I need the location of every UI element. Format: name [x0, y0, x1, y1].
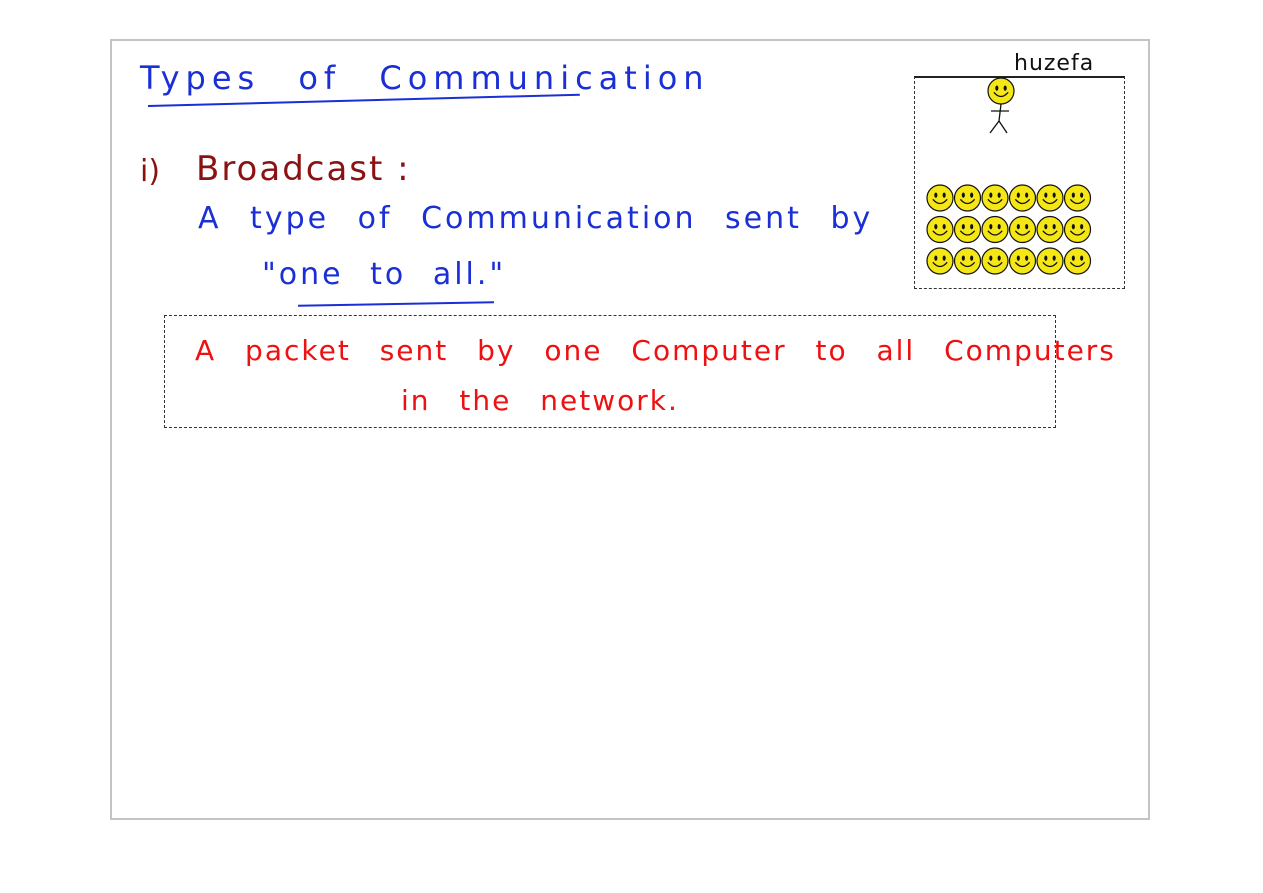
receiver-smiley-icon — [953, 247, 982, 275]
receiver-smiley-icon — [981, 184, 1009, 212]
receiver-smiley-icon — [1063, 215, 1092, 244]
sender-smiley-icon — [987, 77, 1015, 105]
receiver-smiley-icon — [1036, 247, 1064, 275]
broadcast-figure-drawing — [926, 77, 1092, 275]
receiver-smiley-icon — [953, 184, 982, 212]
receiver-smiley-icon — [953, 215, 982, 244]
receiver-smiley-icon — [981, 247, 1009, 275]
sender-stick-body — [989, 103, 1009, 134]
receiver-smiley-icon — [1008, 215, 1037, 244]
receiver-smiley-icon — [981, 215, 1009, 244]
receiver-smiley-icon — [1063, 184, 1092, 212]
receiver-smiley-icon — [926, 215, 954, 244]
receiver-smiley-icon — [1008, 247, 1037, 275]
receiver-smiley-icon — [1008, 184, 1037, 212]
slide-canvas: Types of Communication i) Broadcast : A … — [110, 39, 1150, 820]
receiver-smiley-icon — [1036, 215, 1064, 244]
receiver-smiley-icon — [1036, 184, 1064, 212]
receiver-smiley-icon — [1063, 247, 1092, 275]
receiver-smiley-icon — [926, 184, 954, 212]
receiver-smiley-icon — [926, 247, 954, 275]
